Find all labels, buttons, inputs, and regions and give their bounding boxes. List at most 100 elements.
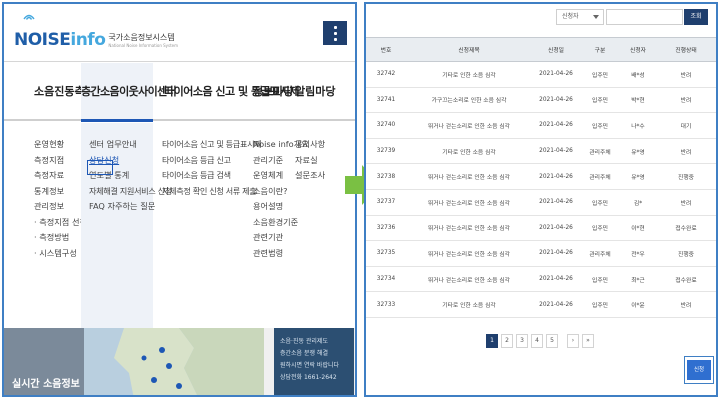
search-input[interactable] <box>606 9 683 25</box>
submenu-link[interactable]: 타이어소음 등급 신고 <box>162 153 261 169</box>
page-link[interactable]: 5 <box>546 334 558 348</box>
submenu-link[interactable]: FAQ 자주하는 질문 <box>89 199 155 215</box>
site-header: NOISEinfo 국가소음정보시스템 National Noise Infor… <box>4 4 355 62</box>
gnb-item-notice[interactable]: 알림마당 <box>295 63 335 121</box>
search-type-select[interactable]: 신청자 <box>556 9 604 25</box>
cell-title[interactable]: 뛰거나 걷는소리로 인한 소음 심각 <box>406 216 532 241</box>
cell-status: 진행중 <box>678 251 694 258</box>
table-header: 번호 신청제목 신청일 구분 신청자 진행상태 <box>366 37 716 62</box>
cell-title[interactable]: 뛰거나 걷는소리로 인한 소음 심각 <box>406 164 532 189</box>
menu-dot-icon <box>333 31 337 35</box>
search-type-value: 신청자 <box>562 13 579 20</box>
column-header-type: 구분 <box>594 48 606 54</box>
consultation-list-screen: 신청자 조회 번호 신청제목 신청일 구분 신청자 진행상태 32742 기타로 … <box>364 2 718 397</box>
gnb-item-info[interactable]: 정보마당 <box>253 63 293 121</box>
consultation-highlight-box <box>87 160 113 175</box>
submenu-link[interactable]: 관련기관 <box>253 230 309 246</box>
menu-dot-icon <box>333 25 337 29</box>
submenu-link[interactable]: 자료실 <box>295 153 325 169</box>
submenu-link[interactable]: 소음이란? <box>253 184 309 200</box>
cell-no: 32735 <box>376 250 396 257</box>
menu-dot-icon <box>333 37 337 41</box>
logo-wordmark: NOISEinfo <box>14 30 106 50</box>
cell-title[interactable]: 뛰거나 걷는소리로 인한 소음 심각 <box>406 267 532 292</box>
hamburger-menu-button[interactable] <box>323 21 347 45</box>
column-header-date: 신청일 <box>548 48 564 54</box>
gnb-active-indicator <box>81 119 153 122</box>
site-logo[interactable]: NOISEinfo 국가소음정보시스템 National Noise Infor… <box>14 16 178 50</box>
table-row[interactable]: 32736 뛰거나 걷는소리로 인한 소음 심각 2021-04-26 입주민 이*현 접… <box>366 216 716 242</box>
submenu-link[interactable]: 설문조사 <box>295 168 325 184</box>
page-link[interactable]: 3 <box>516 334 528 348</box>
cell-type: 입주민 <box>592 226 608 233</box>
submenu-link[interactable]: 용어설명 <box>253 199 309 215</box>
page-link[interactable]: 2 <box>501 334 513 348</box>
cell-status: 접수완료 <box>675 226 697 233</box>
cell-title[interactable]: 뛰거나 걷는소리로 인한 소음 심각 <box>406 190 532 215</box>
cell-title[interactable]: 기타로 인한 소음 심각 <box>406 139 532 164</box>
cell-date: 2021-04-26 <box>539 301 573 308</box>
consultation-table: 번호 신청제목 신청일 구분 신청자 진행상태 32742 기타로 인한 소음 심… <box>366 37 716 318</box>
table-row[interactable]: 32735 뛰거나 걷는소리로 인한 소음 심각 2021-04-26 관리주체 전*우… <box>366 241 716 267</box>
noise-map-thumbnail[interactable] <box>84 328 264 395</box>
sub-menu-panel: 운영현황 측정지점 측정자료 통계정보 관리정보 · 측정지점 선정기준 · 측… <box>4 123 355 328</box>
cell-no: 32737 <box>376 199 396 206</box>
submenu-link[interactable]: 관련법령 <box>253 246 309 262</box>
submenu-link[interactable]: 센터 업무안내 <box>89 137 153 153</box>
promo-banner[interactable]: 소음·진동 관리제도 층간소음 분쟁 해결 원하시면 연락 바랍니다 상담전화 … <box>274 328 354 395</box>
submenu-link[interactable]: 소음환경기준 <box>253 215 309 231</box>
page-link-active[interactable]: 1 <box>486 334 498 348</box>
cell-status: 접수완료 <box>675 277 697 284</box>
submenu-notice: 공지사항 자료실 설문조사 <box>295 137 325 184</box>
cell-status: 반려 <box>680 98 692 105</box>
comparison-stage: NOISEinfo 국가소음정보시스템 National Noise Infor… <box>0 0 720 400</box>
cell-applicant: 최*근 <box>631 277 645 284</box>
table-row[interactable]: 32741 가구끄는소리로 인한 소음 심각 2021-04-26 입주민 박*현 반려 <box>366 88 716 114</box>
cell-title[interactable]: 뛰거나 걷는소리로 인한 소음 심각 <box>406 113 532 138</box>
cell-status: 진행중 <box>678 175 694 182</box>
cell-title[interactable]: 뛰거나 걷는소리로 인한 소음 심각 <box>406 241 532 266</box>
cell-type: 입주민 <box>592 72 608 79</box>
cell-date: 2021-04-26 <box>539 199 573 206</box>
gnb-item-neighbor-center[interactable]: 층간소음이웃사이센터 <box>81 63 177 121</box>
cell-no: 32740 <box>376 122 396 129</box>
table-row[interactable]: 32738 뛰거나 걷는소리로 인한 소음 심각 2021-04-26 관리주체 유*영… <box>366 164 716 190</box>
search-button[interactable]: 조회 <box>684 9 708 25</box>
table-row[interactable]: 32733 기타로 인한 소음 심각 2021-04-26 입주민 이*윤 반려 <box>366 292 716 318</box>
submenu-link[interactable]: 타이어소음 등급 검색 <box>162 168 261 184</box>
logo-title-en: National Noise Information System <box>108 43 179 48</box>
cell-no: 32736 <box>376 224 396 231</box>
cell-no: 32733 <box>376 301 396 308</box>
table-row[interactable]: 32740 뛰거나 걷는소리로 인한 소음 심각 2021-04-26 입주민 나*수 대… <box>366 113 716 139</box>
cell-date: 2021-04-26 <box>539 96 573 103</box>
next-page-button[interactable]: › <box>567 334 579 348</box>
cell-applicant: 전*우 <box>631 251 645 258</box>
submenu-link[interactable]: 타이어소음 신고 및 등급표시제 <box>162 137 262 153</box>
cell-no: 32734 <box>376 276 396 283</box>
page-link[interactable]: 4 <box>531 334 543 348</box>
apply-button[interactable]: 신청 <box>687 360 711 380</box>
submenu-tire-noise: 타이어소음 신고 및 등급표시제 타이어소음 등급 신고 타이어소음 등급 검색… <box>162 137 262 200</box>
realtime-label: 실시간 소음정보 <box>12 379 80 390</box>
table-row[interactable]: 32734 뛰거나 걷는소리로 인한 소음 심각 2021-04-26 입주민 최*근 접… <box>366 267 716 293</box>
last-page-button[interactable]: » <box>582 334 594 348</box>
cell-date: 2021-04-26 <box>539 148 573 155</box>
cell-title[interactable]: 기타로 인한 소음 심각 <box>406 62 532 87</box>
cell-title[interactable]: 가구끄는소리로 인한 소음 심각 <box>406 88 532 113</box>
submenu-link[interactable]: 자체해결 지원서비스 신청 <box>89 184 172 200</box>
table-row[interactable]: 32737 뛰거나 걷는소리로 인한 소음 심각 2021-04-26 입주민 김* 반려 <box>366 190 716 216</box>
submenu-link[interactable]: 공지사항 <box>295 137 325 153</box>
table-row[interactable]: 32739 기타로 인한 소음 심각 2021-04-26 관리주체 유*영 반려 <box>366 139 716 165</box>
submenu-link[interactable]: 자체측정 확인 신청 서류 제출 <box>162 184 261 200</box>
home-bottom-banner: 실시간 소음정보 소음·진동 관리제도 층간소음 분쟁 해결 원하시면 연락 바… <box>4 328 355 395</box>
mobile-home-screen: NOISEinfo 국가소음정보시스템 National Noise Infor… <box>2 2 357 397</box>
cell-title[interactable]: 기타로 인한 소음 심각 <box>406 292 532 317</box>
column-header-applicant: 신청자 <box>630 48 646 54</box>
cell-type: 입주민 <box>592 303 608 310</box>
realtime-banner[interactable]: 실시간 소음정보 <box>4 328 84 395</box>
cell-applicant: 박*현 <box>631 98 645 105</box>
column-header-title: 신청제목 <box>458 48 480 54</box>
table-row[interactable]: 32742 기타로 인한 소음 심각 2021-04-26 입주민 배*성 반려 <box>366 62 716 88</box>
promo-line: 원하시면 연락 바랍니다 <box>280 362 340 369</box>
cell-date: 2021-04-26 <box>539 250 573 257</box>
